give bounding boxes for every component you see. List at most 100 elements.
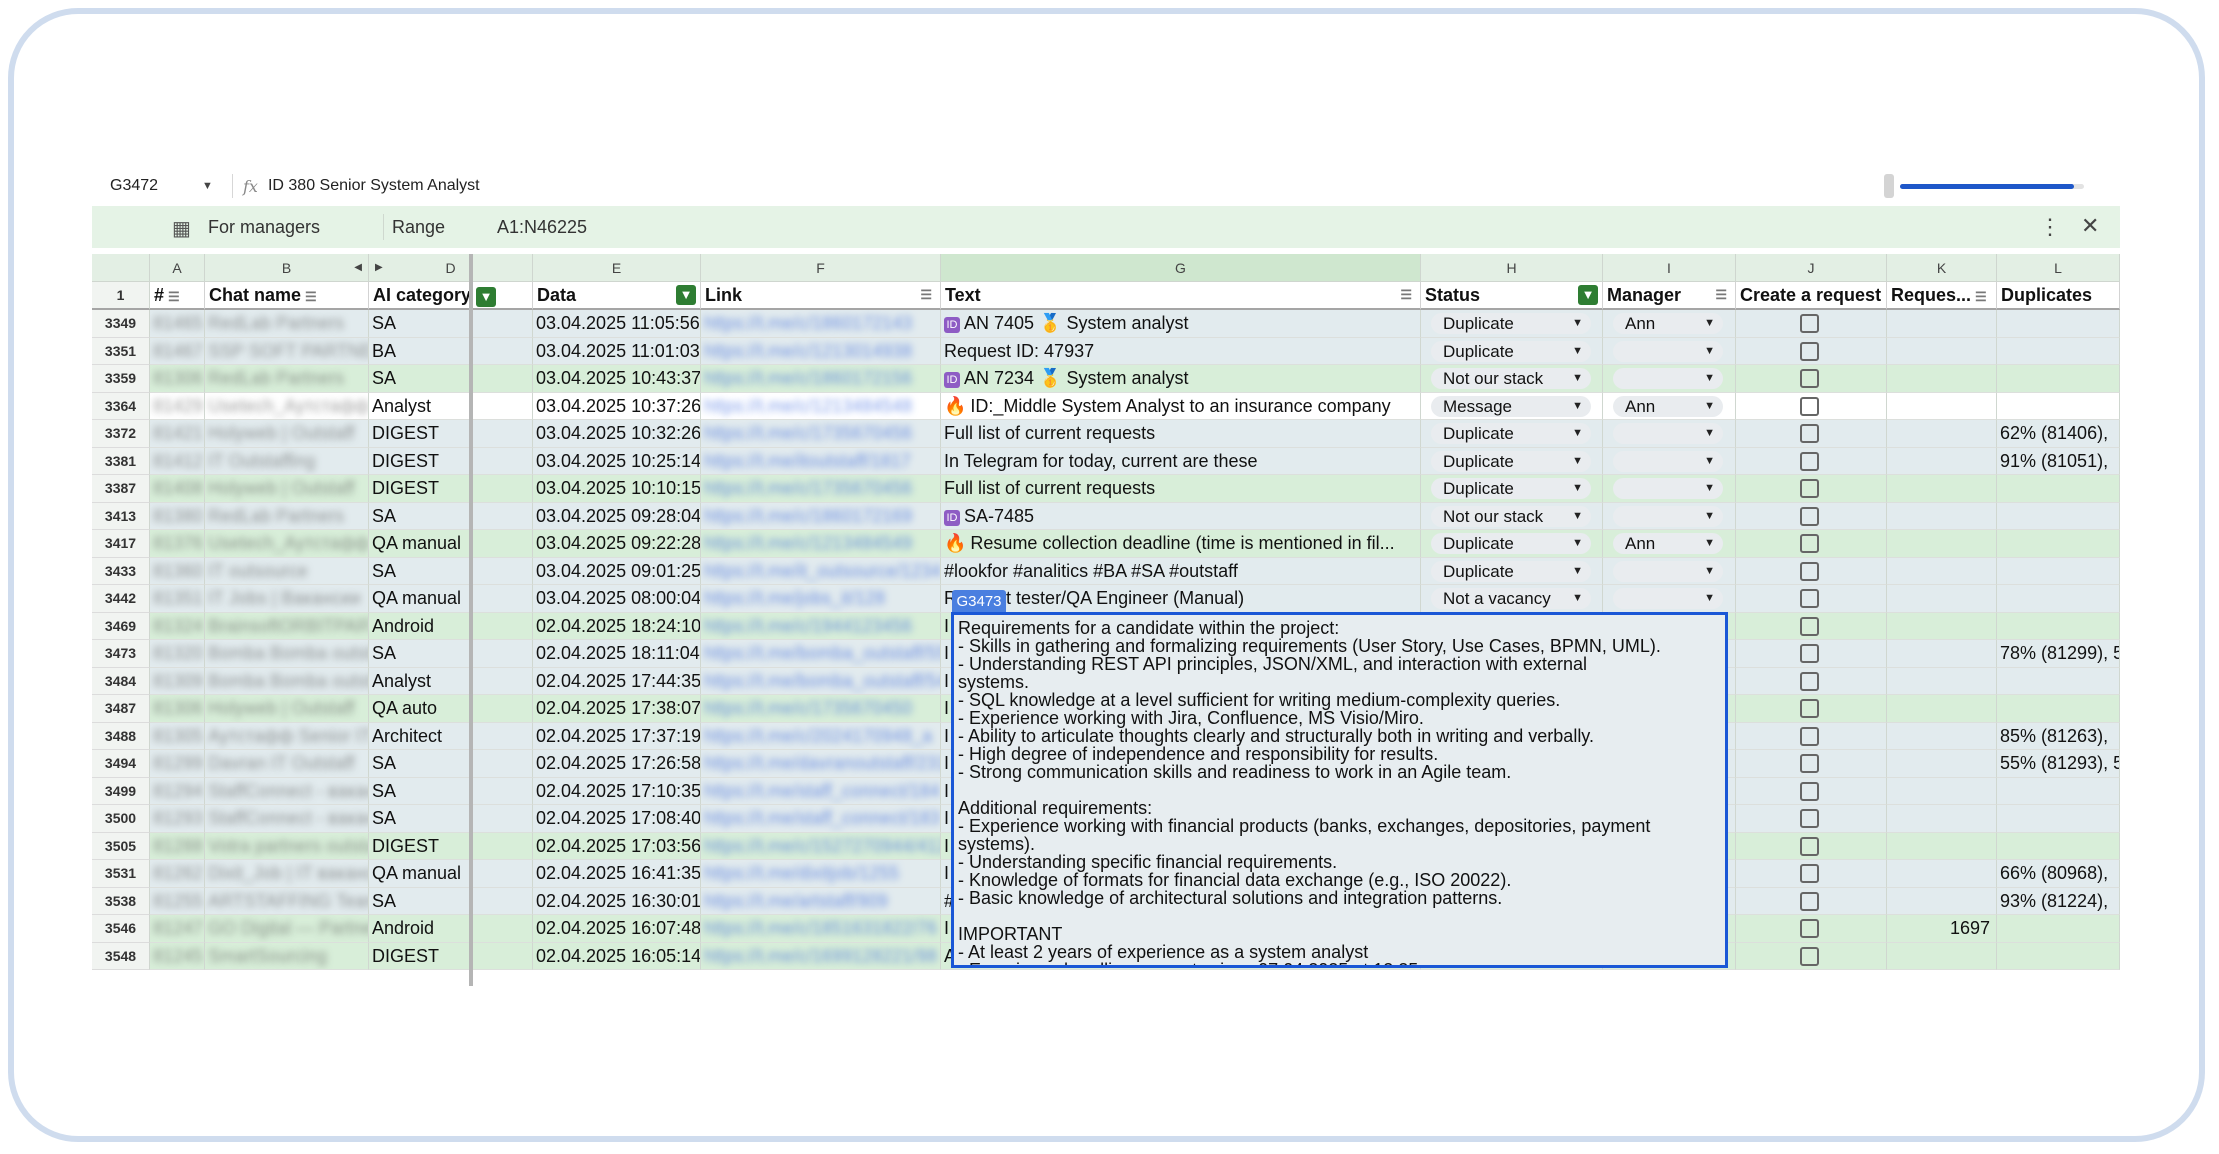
cell-text[interactable]: Request tester/QA Engineer (Manual) bbox=[941, 585, 1421, 613]
cell-ai-category[interactable]: DIGEST bbox=[369, 447, 533, 475]
cell-chat-name[interactable]: Holyweb | Outstaff bbox=[205, 420, 369, 448]
cell-text[interactable]: ID AN 7234 🥇 System analyst bbox=[941, 365, 1421, 393]
cell-date[interactable]: 02.04.2025 17:37:19 bbox=[533, 722, 701, 750]
cell-requests[interactable] bbox=[1887, 750, 1997, 778]
cell-manager[interactable]: ▼ bbox=[1603, 420, 1736, 448]
cell-requests[interactable] bbox=[1887, 667, 1997, 695]
cell-ai-category[interactable]: Architect bbox=[369, 722, 533, 750]
cell-link[interactable]: https://t.me/jobs_it/128 bbox=[701, 585, 941, 613]
cell-requests[interactable] bbox=[1887, 365, 1997, 393]
cell-status[interactable]: Not our stack ▼ bbox=[1421, 502, 1603, 530]
cell-chat-name[interactable]: ARTSTAFFING Team bbox=[205, 887, 369, 915]
cell-link[interactable]: https://t.me/c/2024170948_a bbox=[701, 722, 941, 750]
create-request-checkbox[interactable] bbox=[1800, 506, 1819, 526]
cell-ai-category[interactable]: Android bbox=[369, 612, 533, 640]
row-number[interactable]: 3433 bbox=[92, 557, 150, 585]
cell-date[interactable]: 02.04.2025 16:30:01 bbox=[533, 887, 701, 915]
cell-date[interactable]: 03.04.2025 10:37:26 bbox=[533, 392, 701, 420]
create-request-checkbox[interactable] bbox=[1800, 891, 1819, 911]
status-dropdown[interactable]: Duplicate ▼ bbox=[1431, 478, 1591, 499]
manager-dropdown[interactable]: ▼ bbox=[1613, 560, 1723, 582]
cell-id[interactable]: 81288 bbox=[150, 832, 205, 860]
cell-status[interactable]: Duplicate ▼ bbox=[1421, 310, 1603, 338]
row-number[interactable]: 3417 bbox=[92, 530, 150, 558]
cell-ai-category[interactable]: BA bbox=[369, 337, 533, 365]
formula-input[interactable]: ID 380 Senior System Analyst bbox=[268, 177, 2120, 195]
cell-date[interactable]: 03.04.2025 08:00:04 bbox=[533, 585, 701, 613]
cell-manager[interactable]: Ann ▼ bbox=[1603, 392, 1736, 420]
cell-chat-name[interactable]: StaffConnect - вакансии bbox=[205, 777, 369, 805]
cell-duplicates[interactable] bbox=[1997, 475, 2120, 503]
cell-requests[interactable] bbox=[1887, 337, 1997, 365]
filter-view-name[interactable]: For managers bbox=[208, 217, 320, 238]
cell-ai-category[interactable]: DIGEST bbox=[369, 420, 533, 448]
row-number[interactable]: 3372 bbox=[92, 420, 150, 448]
cell-id[interactable]: 81324 bbox=[150, 612, 205, 640]
cell-requests[interactable] bbox=[1887, 310, 1997, 338]
cell-link[interactable]: https://t.me/c/1735670450 bbox=[701, 695, 941, 723]
row-number[interactable]: 3349 bbox=[92, 310, 150, 338]
cell-date[interactable]: 03.04.2025 09:28:04 bbox=[533, 502, 701, 530]
create-request-checkbox[interactable] bbox=[1800, 616, 1819, 636]
cell-manager[interactable]: Ann ▼ bbox=[1603, 310, 1736, 338]
create-request-checkbox[interactable] bbox=[1800, 341, 1819, 361]
create-request-checkbox[interactable] bbox=[1800, 479, 1819, 498]
caret-down-icon[interactable]: ▼ bbox=[202, 180, 222, 192]
cell-requests[interactable] bbox=[1887, 530, 1997, 558]
row-number[interactable]: 3488 bbox=[92, 722, 150, 750]
cell-chat-name[interactable]: Usetech_Аутстафф bbox=[205, 392, 369, 420]
cell-manager[interactable]: ▼ bbox=[1603, 585, 1736, 613]
cell-id[interactable]: 81412 bbox=[150, 447, 205, 475]
cell-requests[interactable] bbox=[1887, 557, 1997, 585]
cell-create-request[interactable] bbox=[1736, 640, 1887, 668]
status-dropdown[interactable]: Not our stack ▼ bbox=[1431, 368, 1591, 389]
cell-date[interactable]: 03.04.2025 10:25:14 bbox=[533, 447, 701, 475]
cell-chat-name[interactable]: Usetech_Аутстафф bbox=[205, 530, 369, 558]
cell-status[interactable]: Duplicate ▼ bbox=[1421, 337, 1603, 365]
cell-ai-category[interactable]: DIGEST bbox=[369, 832, 533, 860]
cell-create-request[interactable] bbox=[1736, 585, 1887, 613]
create-request-checkbox[interactable] bbox=[1800, 424, 1819, 443]
name-box[interactable]: G3472 bbox=[92, 177, 202, 195]
cell-id[interactable]: 81408 bbox=[150, 475, 205, 503]
status-dropdown[interactable]: Duplicate ▼ bbox=[1431, 340, 1591, 362]
cell-create-request[interactable] bbox=[1736, 612, 1887, 640]
filter-active-icon[interactable]: ▼ bbox=[476, 287, 497, 307]
cell-text[interactable]: ID SA-7485 bbox=[941, 502, 1421, 530]
manager-dropdown[interactable]: ▼ bbox=[1613, 368, 1723, 389]
filter-icon[interactable]: ☰ bbox=[1400, 282, 1412, 308]
cell-chat-name[interactable]: Holyweb | Outstaff bbox=[205, 475, 369, 503]
cell-id[interactable]: 81429 bbox=[150, 392, 205, 420]
cell-text-preview[interactable]: Requirements for a candidate within the … bbox=[951, 612, 1728, 968]
cell-chat-name[interactable]: Votra partners outstaff bbox=[205, 832, 369, 860]
column-header-f[interactable]: F bbox=[701, 254, 941, 282]
row-number[interactable]: 3499 bbox=[92, 777, 150, 805]
cell-status[interactable]: Duplicate ▼ bbox=[1421, 420, 1603, 448]
cell-text[interactable]: Request ID: 47937 bbox=[941, 337, 1421, 365]
cell-link[interactable]: https://t.me/c/1735670456 bbox=[701, 475, 941, 503]
cell-ai-category[interactable]: SA bbox=[369, 557, 533, 585]
cell-date[interactable]: 02.04.2025 17:03:56 bbox=[533, 832, 701, 860]
cell-status[interactable]: Duplicate ▼ bbox=[1421, 475, 1603, 503]
cell-chat-name[interactable]: IT Outstaffing bbox=[205, 447, 369, 475]
cell-chat-name[interactable]: SmartSourcing bbox=[205, 942, 369, 970]
filter-icon[interactable]: ☰ bbox=[1975, 284, 1987, 308]
cell-ai-category[interactable]: Analyst bbox=[369, 392, 533, 420]
cell-create-request[interactable] bbox=[1736, 832, 1887, 860]
cell-chat-name[interactable]: StaffConnect - вакансии bbox=[205, 805, 369, 833]
cell-ai-category[interactable]: SA bbox=[369, 640, 533, 668]
cell-chat-name[interactable]: Dixit_Job | IT вакансии bbox=[205, 860, 369, 888]
cell-status[interactable]: Message ▼ bbox=[1421, 392, 1603, 420]
cell-duplicates[interactable]: 55% (81293), 5 bbox=[1997, 750, 2120, 778]
cell-manager[interactable]: ▼ bbox=[1603, 475, 1736, 503]
manager-dropdown[interactable]: Ann ▼ bbox=[1613, 533, 1723, 554]
manager-dropdown[interactable]: ▼ bbox=[1613, 450, 1723, 472]
cell-status[interactable]: Not a vacancy ▼ bbox=[1421, 585, 1603, 613]
cell-link[interactable]: https://t.me/staff_connect/183 bbox=[701, 805, 941, 833]
row-number[interactable]: 3538 bbox=[92, 887, 150, 915]
cell-ai-category[interactable]: QA manual bbox=[369, 860, 533, 888]
row-number[interactable]: 3546 bbox=[92, 915, 150, 943]
cell-chat-name[interactable]: RedLab Partners bbox=[205, 502, 369, 530]
cell-chat-name[interactable]: RedLab Partners bbox=[205, 365, 369, 393]
scroll-handle[interactable] bbox=[1884, 174, 1894, 198]
